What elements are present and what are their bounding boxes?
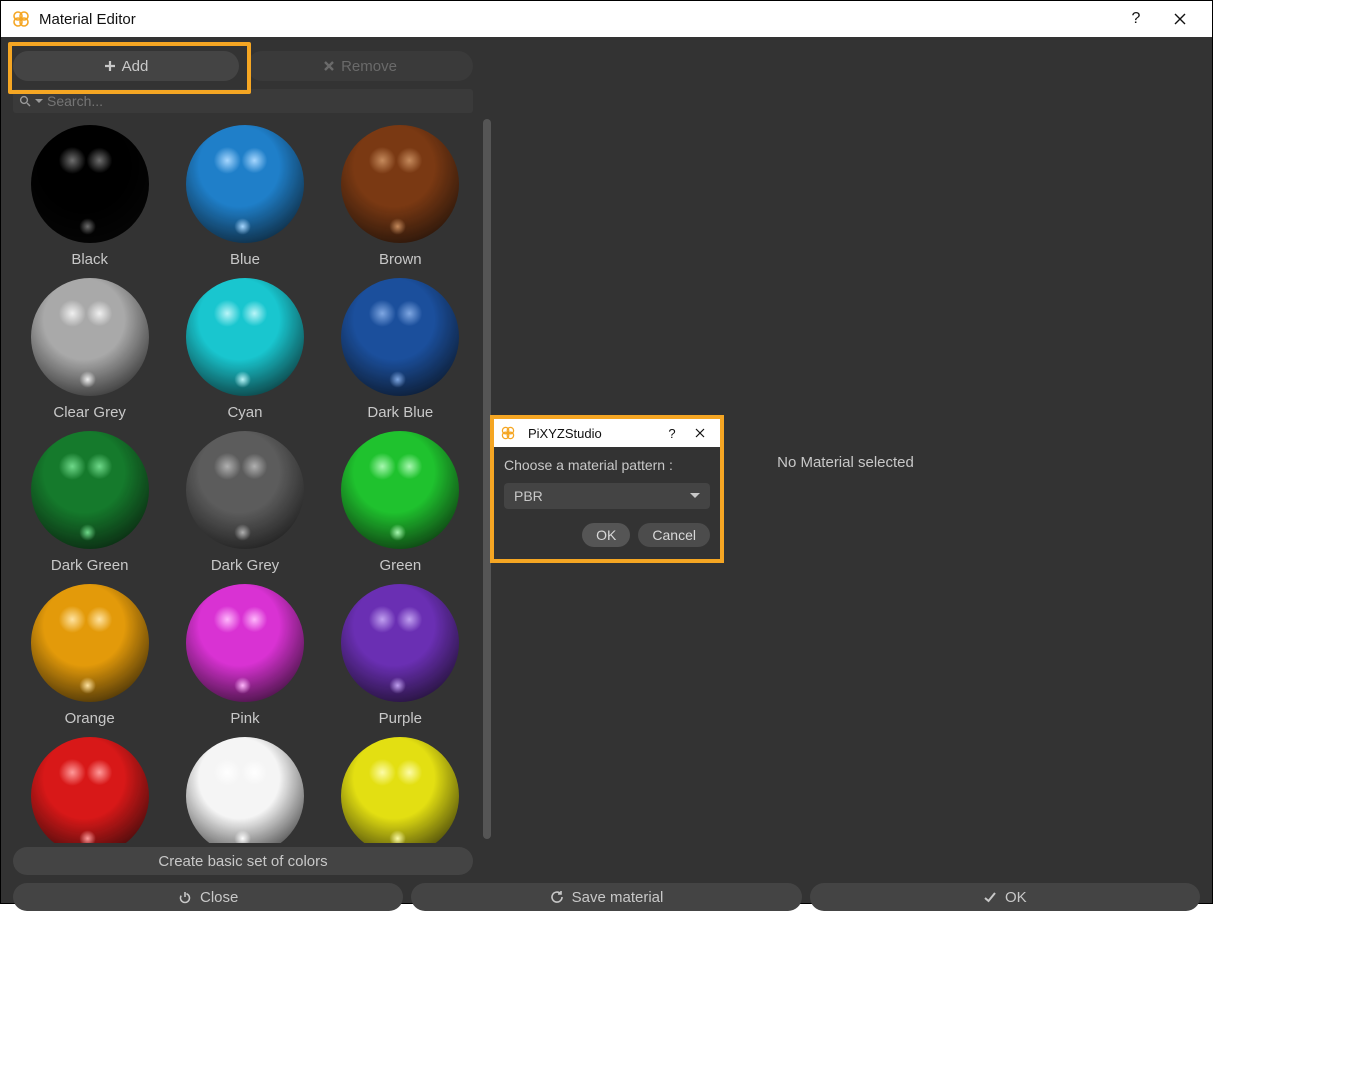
dialog-close-button[interactable] xyxy=(686,419,714,447)
help-button[interactable]: ? xyxy=(1114,1,1158,37)
material-item[interactable]: Dark Green xyxy=(13,425,166,576)
material-item[interactable]: Yellow xyxy=(324,731,477,843)
close-window-button[interactable] xyxy=(1158,1,1202,37)
window-titlebar: Material Editor ? xyxy=(1,1,1212,37)
search-icon xyxy=(19,95,31,107)
material-sphere xyxy=(31,278,149,396)
material-sphere xyxy=(31,584,149,702)
check-icon xyxy=(983,890,997,904)
save-button-label: Save material xyxy=(572,889,664,906)
search-bar[interactable] xyxy=(13,89,473,113)
close-button[interactable]: Close xyxy=(13,883,403,911)
material-sphere xyxy=(341,431,459,549)
material-list-panel: Add Remove xyxy=(13,49,491,875)
plus-icon xyxy=(104,60,116,72)
add-button-label: Add xyxy=(122,58,149,75)
material-item[interactable]: Black xyxy=(13,119,166,270)
dialog-ok-button[interactable]: OK xyxy=(582,523,630,547)
material-item[interactable]: Pink xyxy=(168,578,321,729)
material-label: Green xyxy=(379,557,421,574)
material-item[interactable]: Cyan xyxy=(168,272,321,423)
material-sphere xyxy=(341,584,459,702)
material-sphere xyxy=(31,125,149,243)
material-grid: Black Blue Brown Clear Grey Cyan Dark Blue Dar… xyxy=(13,119,477,843)
remove-button-label: Remove xyxy=(341,58,397,75)
material-sphere xyxy=(186,584,304,702)
pattern-dropdown[interactable]: PBR xyxy=(504,483,710,509)
material-item[interactable]: Dark Blue xyxy=(324,272,477,423)
toolbar: Add Remove xyxy=(13,49,473,81)
material-label: Dark Green xyxy=(51,557,129,574)
close-button-label: Close xyxy=(200,889,238,906)
material-item[interactable]: White xyxy=(168,731,321,843)
material-sphere xyxy=(31,431,149,549)
dialog-button-row: OK Cancel xyxy=(504,523,710,547)
pattern-dialog: PiXYZStudio ? Choose a material pattern … xyxy=(490,415,724,563)
material-label: Purple xyxy=(379,710,422,727)
material-label: Dark Grey xyxy=(211,557,279,574)
material-label: Clear Grey xyxy=(53,404,126,421)
material-label: Blue xyxy=(230,251,260,268)
material-label: Brown xyxy=(379,251,422,268)
refresh-icon xyxy=(550,890,564,904)
search-input[interactable] xyxy=(43,93,467,109)
remove-button[interactable]: Remove xyxy=(247,51,473,81)
dialog-cancel-button[interactable]: Cancel xyxy=(638,523,710,547)
power-icon xyxy=(178,890,192,904)
create-basic-colors-button[interactable]: Create basic set of colors xyxy=(13,847,473,875)
material-sphere xyxy=(341,278,459,396)
remove-icon xyxy=(323,60,335,72)
material-label: Pink xyxy=(230,710,259,727)
material-item[interactable]: Green xyxy=(324,425,477,576)
material-sphere xyxy=(186,125,304,243)
material-label: Dark Blue xyxy=(367,404,433,421)
window-title: Material Editor xyxy=(39,11,1114,28)
empty-state-text: No Material selected xyxy=(777,454,914,471)
material-label: Black xyxy=(71,251,108,268)
add-button[interactable]: Add xyxy=(13,51,239,81)
material-item[interactable]: Dark Grey xyxy=(168,425,321,576)
ok-button-label: OK xyxy=(1005,889,1027,906)
footer: Close Save material OK xyxy=(13,883,1200,911)
material-list-scroll: Black Blue Brown Clear Grey Cyan Dark Blue Dar… xyxy=(13,119,491,843)
material-sphere xyxy=(341,737,459,843)
dialog-prompt: Choose a material pattern : xyxy=(504,457,710,473)
chevron-down-icon xyxy=(690,493,700,499)
material-sphere xyxy=(31,737,149,843)
app-logo-icon xyxy=(11,9,31,29)
material-item[interactable]: Purple xyxy=(324,578,477,729)
pattern-dropdown-value: PBR xyxy=(514,488,543,504)
filter-dropdown-icon[interactable] xyxy=(35,97,43,105)
material-item[interactable]: Clear Grey xyxy=(13,272,166,423)
material-item[interactable]: Orange xyxy=(13,578,166,729)
dialog-titlebar: PiXYZStudio ? xyxy=(494,419,720,447)
save-material-button[interactable]: Save material xyxy=(411,883,801,911)
material-editor-window: Material Editor ? Add xyxy=(0,0,1213,904)
material-sphere xyxy=(186,278,304,396)
material-item[interactable]: Blue xyxy=(168,119,321,270)
ok-button[interactable]: OK xyxy=(810,883,1200,911)
material-item[interactable]: Brown xyxy=(324,119,477,270)
material-label: Orange xyxy=(65,710,115,727)
material-sphere xyxy=(186,431,304,549)
material-label: Cyan xyxy=(227,404,262,421)
dialog-title: PiXYZStudio xyxy=(528,426,658,441)
dialog-help-button[interactable]: ? xyxy=(658,419,686,447)
dialog-logo-icon xyxy=(500,425,516,441)
material-sphere xyxy=(341,125,459,243)
material-sphere xyxy=(186,737,304,843)
material-item[interactable]: Red xyxy=(13,731,166,843)
dialog-body: Choose a material pattern : PBR OK Cance… xyxy=(494,447,720,559)
